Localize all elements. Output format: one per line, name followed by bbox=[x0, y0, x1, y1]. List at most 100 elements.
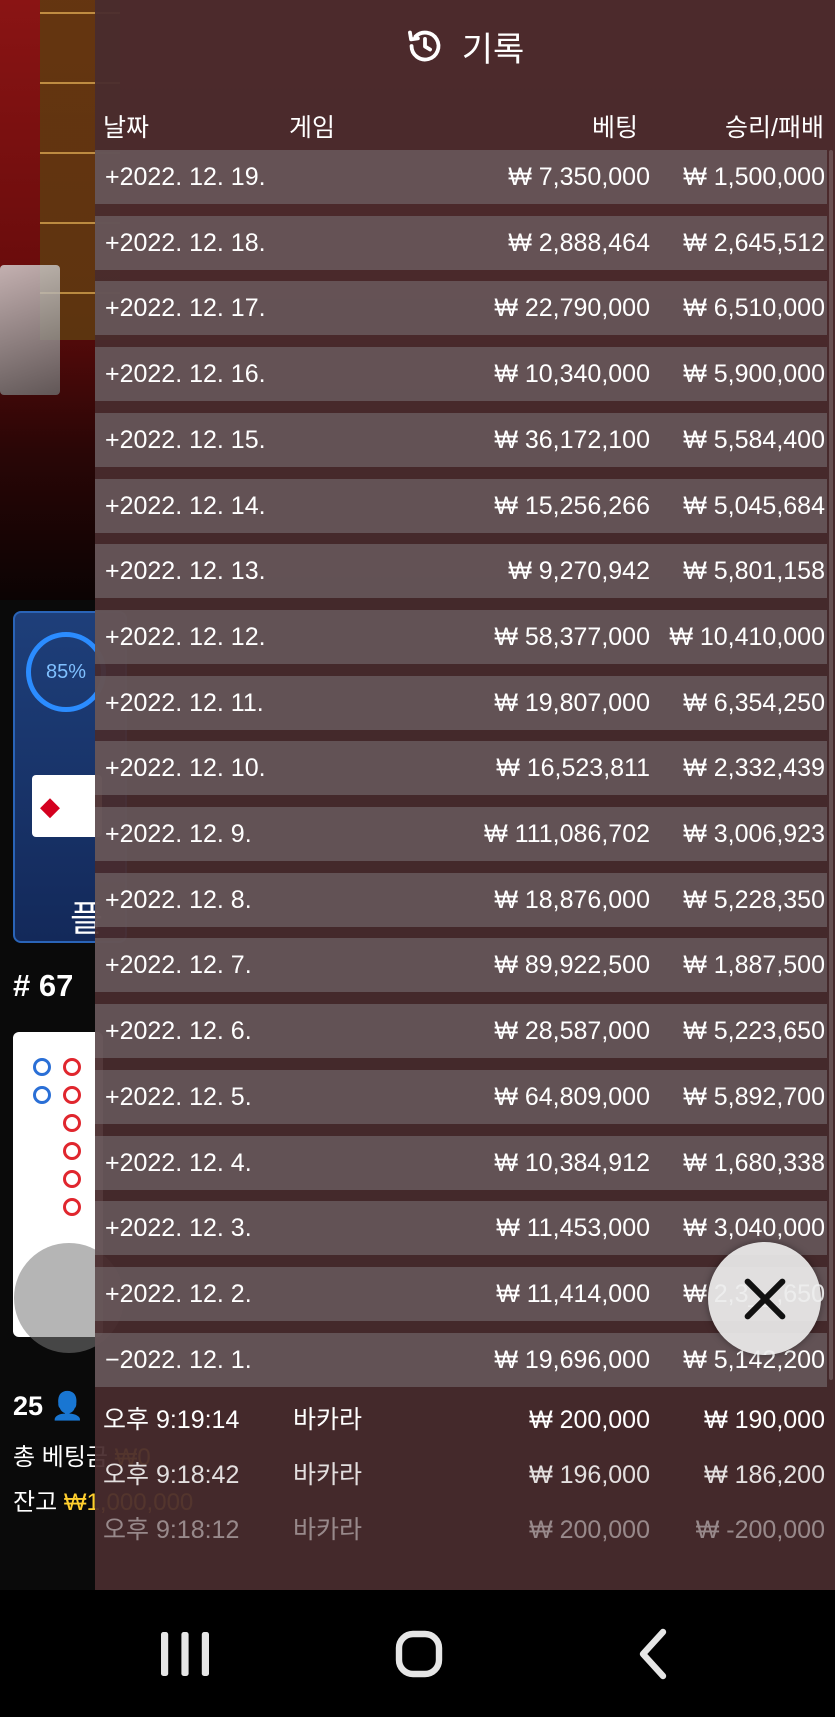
daily-win-cell: ₩ 3,006,923 bbox=[683, 820, 825, 848]
daily-date-cell: +2022. 12. 5. bbox=[105, 1082, 252, 1111]
daily-bet-cell: ₩ 19,696,000 bbox=[494, 1345, 650, 1374]
detail-game-cell: 바카라 bbox=[293, 1461, 363, 1489]
card-shoe bbox=[0, 265, 60, 395]
daily-row[interactable]: +2022. 12. 12. ₩ 58,377,000 ₩ 10,410,000 bbox=[95, 609, 827, 664]
daily-date-cell: +2022. 12. 12. bbox=[105, 622, 266, 651]
daily-date-cell: +2022. 12. 18. bbox=[105, 228, 266, 257]
daily-date-cell: +2022. 12. 4. bbox=[105, 1148, 252, 1177]
home-icon bbox=[395, 1630, 443, 1678]
daily-bet-cell: ₩ 28,587,000 bbox=[494, 1017, 650, 1046]
detail-row[interactable]: 오후 9:19:14 바카라 ₩ 200,000 ₩ 190,000 bbox=[95, 1395, 827, 1445]
daily-win-cell: ₩ 2,645,512 bbox=[683, 228, 825, 257]
daily-row[interactable]: +2022. 12. 3. ₩ 11,453,000 ₩ 3,040,000 bbox=[95, 1201, 827, 1256]
daily-date-cell: +2022. 12. 13. bbox=[105, 557, 266, 586]
road-marker bbox=[63, 1198, 81, 1216]
daily-row[interactable]: +2022. 12. 9. ₩ 111,086,702 ₩ 3,006,923 bbox=[95, 807, 827, 861]
detail-time-cell: 오후 9:18:12 bbox=[103, 1516, 240, 1544]
daily-row[interactable]: +2022. 12. 19. ₩ 7,350,000 ₩ 1,500,000 bbox=[95, 150, 827, 204]
road-marker bbox=[33, 1058, 51, 1076]
daily-row[interactable]: +2022. 12. 4. ₩ 10,384,912 ₩ 1,680,338 bbox=[95, 1135, 827, 1190]
daily-bet-cell: ₩ 11,414,000 bbox=[496, 1279, 650, 1308]
daily-bet-cell: ₩ 10,340,000 bbox=[494, 360, 650, 389]
daily-win-cell: ₩ 2,332,439 bbox=[683, 754, 825, 783]
daily-date-cell: +2022. 12. 9. bbox=[105, 820, 252, 848]
daily-bet-cell: ₩ 7,350,000 bbox=[508, 163, 650, 191]
road-marker bbox=[63, 1114, 81, 1132]
detail-bet-cell: ₩ 200,000 bbox=[529, 1516, 650, 1544]
detail-row[interactable]: 오후 9:18:42 바카라 ₩ 196,000 ₩ 186,200 bbox=[95, 1450, 827, 1500]
daily-bet-cell: ₩ 11,453,000 bbox=[496, 1214, 650, 1243]
daily-date-cell: +2022. 12. 7. bbox=[105, 951, 252, 980]
detail-win-cell: ₩ 186,200 bbox=[704, 1461, 825, 1489]
daily-date-cell: +2022. 12. 17. bbox=[105, 294, 266, 323]
system-nav-bar bbox=[0, 1590, 835, 1717]
history-panel: 기록 날짜 게임 베팅 승리/패배 +2022. 12. 19. ₩ 7,350,… bbox=[95, 0, 835, 1590]
daily-row[interactable]: +2022. 12. 17. ₩ 22,790,000 ₩ 6,510,000 bbox=[95, 281, 827, 336]
daily-row[interactable]: −2022. 12. 1. ₩ 19,696,000 ₩ 5,142,200 bbox=[95, 1332, 827, 1387]
detail-time-cell: 오후 9:19:14 bbox=[103, 1406, 240, 1434]
player-count: 25 👤 bbox=[13, 1391, 85, 1421]
daily-row[interactable]: +2022. 12. 5. ₩ 64,809,000 ₩ 5,892,700 bbox=[95, 1069, 827, 1124]
scrollbar[interactable] bbox=[829, 150, 833, 1380]
daily-row[interactable]: +2022. 12. 13. ₩ 9,270,942 ₩ 5,801,158 bbox=[95, 544, 827, 599]
daily-win-cell: ₩ 1,680,338 bbox=[683, 1148, 825, 1177]
daily-row[interactable]: +2022. 12. 18. ₩ 2,888,464 ₩ 2,645,512 bbox=[95, 215, 827, 270]
daily-bet-cell: ₩ 89,922,500 bbox=[494, 951, 650, 980]
daily-bet-cell: ₩ 9,270,942 bbox=[508, 557, 650, 586]
recents-button[interactable] bbox=[150, 1622, 220, 1686]
daily-win-cell: ₩ 5,892,700 bbox=[683, 1082, 825, 1111]
daily-bet-cell: ₩ 58,377,000 bbox=[494, 622, 650, 651]
daily-bet-cell: ₩ 36,172,100 bbox=[494, 425, 650, 454]
home-button[interactable] bbox=[384, 1622, 454, 1686]
road-marker bbox=[63, 1170, 81, 1188]
daily-win-cell: ₩ 5,228,350 bbox=[683, 885, 825, 914]
close-icon bbox=[744, 1278, 785, 1319]
daily-row[interactable]: +2022. 12. 6. ₩ 28,587,000 ₩ 5,223,650 bbox=[95, 1004, 827, 1059]
daily-date-cell: +2022. 12. 8. bbox=[105, 885, 252, 914]
daily-date-cell: +2022. 12. 6. bbox=[105, 1017, 252, 1046]
daily-win-cell: ₩ 6,354,250 bbox=[683, 688, 825, 717]
daily-date-cell: +2022. 12. 15. bbox=[105, 425, 266, 454]
daily-bet-cell: ₩ 22,790,000 bbox=[494, 294, 650, 323]
win-rate-percent: 85% bbox=[45, 660, 87, 683]
daily-bet-cell: ₩ 2,888,464 bbox=[508, 228, 650, 257]
recents-icon bbox=[161, 1632, 209, 1676]
daily-win-cell: ₩ 6,510,000 bbox=[683, 294, 825, 323]
daily-bet-cell: ₩ 19,807,000 bbox=[494, 688, 650, 717]
daily-bet-cell: ₩ 18,876,000 bbox=[494, 885, 650, 914]
daily-row[interactable]: +2022. 12. 11. ₩ 19,807,000 ₩ 6,354,250 bbox=[95, 675, 827, 730]
daily-row[interactable]: +2022. 12. 7. ₩ 89,922,500 ₩ 1,887,500 bbox=[95, 938, 827, 993]
column-header-game: 게임 bbox=[289, 114, 336, 142]
daily-date-cell: +2022. 12. 11. bbox=[105, 688, 264, 717]
detail-win-cell: ₩ 190,000 bbox=[704, 1406, 825, 1434]
road-marker bbox=[33, 1086, 51, 1104]
daily-bet-cell: ₩ 111,086,702 bbox=[484, 820, 650, 848]
detail-time-cell: 오후 9:18:42 bbox=[103, 1461, 240, 1489]
close-button[interactable] bbox=[708, 1242, 821, 1355]
detail-bet-cell: ₩ 196,000 bbox=[529, 1461, 650, 1489]
daily-win-cell: ₩ 5,801,158 bbox=[683, 557, 825, 586]
back-button[interactable] bbox=[620, 1622, 690, 1686]
history-icon bbox=[407, 30, 441, 62]
daily-row[interactable]: +2022. 12. 8. ₩ 18,876,000 ₩ 5,228,350 bbox=[95, 872, 827, 927]
daily-win-cell: ₩ 1,500,000 bbox=[683, 163, 825, 191]
provider-logo: ◆ bbox=[32, 775, 102, 837]
panel-header: 기록 bbox=[95, 0, 835, 92]
detail-row[interactable]: 오후 9:18:12 바카라 ₩ 200,000 ₩ -200,000 bbox=[95, 1505, 827, 1555]
daily-row[interactable]: +2022. 12. 14. ₩ 15,256,266 ₩ 5,045,684 bbox=[95, 478, 827, 533]
detail-game-cell: 바카라 bbox=[293, 1406, 363, 1434]
road-marker bbox=[63, 1142, 81, 1160]
back-icon bbox=[639, 1628, 667, 1680]
column-header-bet: 베팅 bbox=[592, 114, 639, 142]
daily-date-cell: +2022. 12. 3. bbox=[105, 1214, 252, 1243]
daily-row[interactable]: +2022. 12. 16. ₩ 10,340,000 ₩ 5,900,000 bbox=[95, 347, 827, 402]
daily-win-cell: ₩ 5,584,400 bbox=[683, 425, 825, 454]
daily-row[interactable]: +2022. 12. 15. ₩ 36,172,100 ₩ 5,584,400 bbox=[95, 412, 827, 467]
daily-date-cell: +2022. 12. 19. bbox=[105, 163, 266, 191]
daily-row[interactable]: +2022. 12. 10. ₩ 16,523,811 ₩ 2,332,439 bbox=[95, 741, 827, 796]
daily-win-cell: ₩ 5,900,000 bbox=[683, 360, 825, 389]
daily-bet-cell: ₩ 10,384,912 bbox=[494, 1148, 650, 1177]
road-marker bbox=[63, 1058, 81, 1076]
detail-bet-cell: ₩ 200,000 bbox=[529, 1406, 650, 1434]
daily-win-cell: ₩ 10,410,000 bbox=[669, 622, 825, 651]
